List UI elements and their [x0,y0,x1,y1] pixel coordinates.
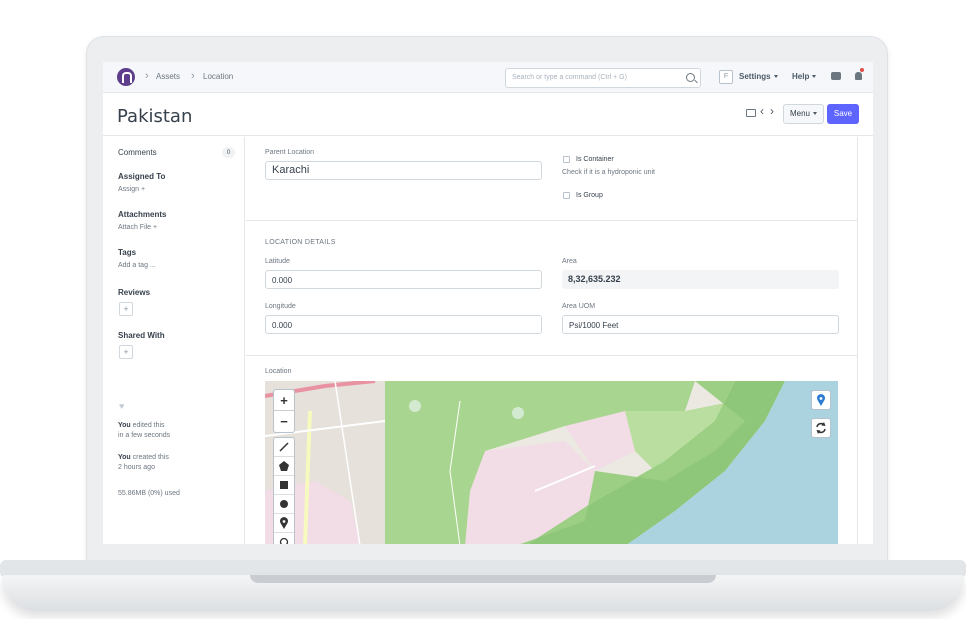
add-share-button[interactable]: + [119,345,133,359]
draw-polygon-button[interactable] [274,457,294,476]
chevron-right-icon: › [145,70,149,82]
notification-dot [860,68,864,72]
refresh-icon [816,422,826,434]
page-head: Pakistan ‹ › Menu Save [103,94,873,136]
map-pin-icon [817,394,825,406]
circle-marker-icon [279,537,289,544]
assigned-to-label: Assigned To [118,172,166,181]
page-title: Pakistan [117,106,193,127]
is-group-label[interactable]: Is Group [576,192,603,199]
settings-dropdown[interactable]: Settings [739,72,778,81]
comments-label[interactable]: Comments [118,148,157,157]
area-value: 8,32,635.232 [562,270,839,289]
created-activity: You created this 2 hours ago [118,453,169,473]
is-container-help: Check if it is a hydroponic unit [562,169,655,176]
longitude-field[interactable]: 0.000 [265,315,542,334]
parent-location-label: Parent Location [265,149,315,156]
app-screen: › Assets › Location Search or type a com… [103,62,873,544]
menu-button[interactable]: Menu [783,104,824,124]
form-main: Parent Location Karachi Is Container Che… [246,137,858,544]
awesome-bar-search-input[interactable]: Search or type a command (Ctrl + G) [505,68,701,88]
chevron-right-icon: › [191,70,195,82]
zoom-control: + − [273,389,295,433]
draw-circle-button[interactable] [274,495,294,514]
edited-text: edited this [130,422,165,429]
storage-used: 55.86MB (0%) used [118,490,180,497]
zoom-out-button[interactable]: − [274,411,294,432]
tags-label: Tags [118,248,137,257]
edited-time: in a few seconds [118,432,171,439]
location-label: Location [265,368,292,375]
polygon-icon [279,461,289,471]
marker-icon [280,517,288,529]
latitude-field[interactable]: 0.000 [265,270,542,289]
heart-icon[interactable]: ♥ [119,401,124,411]
shared-with-label: Shared With [118,331,165,340]
rectangle-icon [280,481,288,489]
f-badge-icon[interactable]: F [719,70,733,84]
circle-icon [280,500,288,508]
draw-polyline-button[interactable] [274,438,294,457]
reviews-label: Reviews [118,288,151,297]
is-group-checkbox[interactable] [563,192,570,199]
top-navbar: › Assets › Location Search or type a com… [103,62,873,93]
draw-circlemarker-button[interactable] [274,533,294,544]
caret-down-icon [813,112,817,116]
edited-user[interactable]: You [118,422,131,429]
previous-record-icon[interactable]: ‹ [760,104,764,118]
is-container-label[interactable]: Is Container [576,156,614,163]
longitude-label: Longitude [265,303,296,310]
form-sidebar: Comments 0 Assigned To Assign + Attachme… [103,137,245,544]
attachments-label: Attachments [118,210,167,219]
section-divider [246,355,858,356]
search-placeholder: Search or type a command (Ctrl + G) [512,74,627,81]
add-review-button[interactable]: + [119,302,133,316]
search-icon [686,73,695,82]
created-time: 2 hours ago [118,464,155,471]
help-label: Help [792,72,810,81]
location-map[interactable]: + − [265,381,838,544]
attach-file-link[interactable]: Attach File + [118,224,157,231]
refresh-map-button[interactable] [811,418,831,438]
draw-marker-button[interactable] [274,514,294,533]
area-uom-label: Area UOM [562,303,596,310]
next-record-icon[interactable]: › [770,104,774,118]
add-tag-link[interactable]: Add a tag ... [118,262,156,269]
area-uom-field[interactable]: Psi/1000 Feet [562,315,839,334]
app-logo-icon[interactable] [117,68,135,86]
help-dropdown[interactable]: Help [792,72,817,81]
caret-down-icon [812,75,817,79]
save-button[interactable]: Save [827,104,859,124]
zoom-in-button[interactable]: + [274,390,294,411]
area-label: Area [562,258,577,265]
latitude-label: Latitude [265,258,290,265]
caret-down-icon [773,75,778,79]
comments-count-badge: 0 [222,147,235,158]
print-icon[interactable] [746,109,756,117]
is-container-checkbox[interactable] [563,156,570,163]
notification-bell-icon[interactable] [855,72,862,80]
polyline-icon [279,442,289,452]
created-user[interactable]: You [118,454,131,461]
assign-link[interactable]: Assign + [118,186,145,193]
locate-button[interactable] [811,390,831,410]
location-details-heading: LOCATION DETAILS [265,239,336,246]
draw-rectangle-button[interactable] [274,476,294,495]
chat-icon[interactable] [831,72,841,80]
section-divider [246,220,858,221]
menu-label: Menu [789,109,810,118]
created-text: created this [130,454,169,461]
laptop-notch [250,575,716,583]
breadcrumb-location[interactable]: Location [203,72,233,81]
breadcrumb-assets[interactable]: Assets [156,72,180,81]
edited-activity: You edited this in a few seconds [118,421,170,441]
settings-label: Settings [739,72,771,81]
draw-toolbar [273,437,295,544]
parent-location-field[interactable]: Karachi [265,161,542,180]
map-tiles [265,381,838,544]
